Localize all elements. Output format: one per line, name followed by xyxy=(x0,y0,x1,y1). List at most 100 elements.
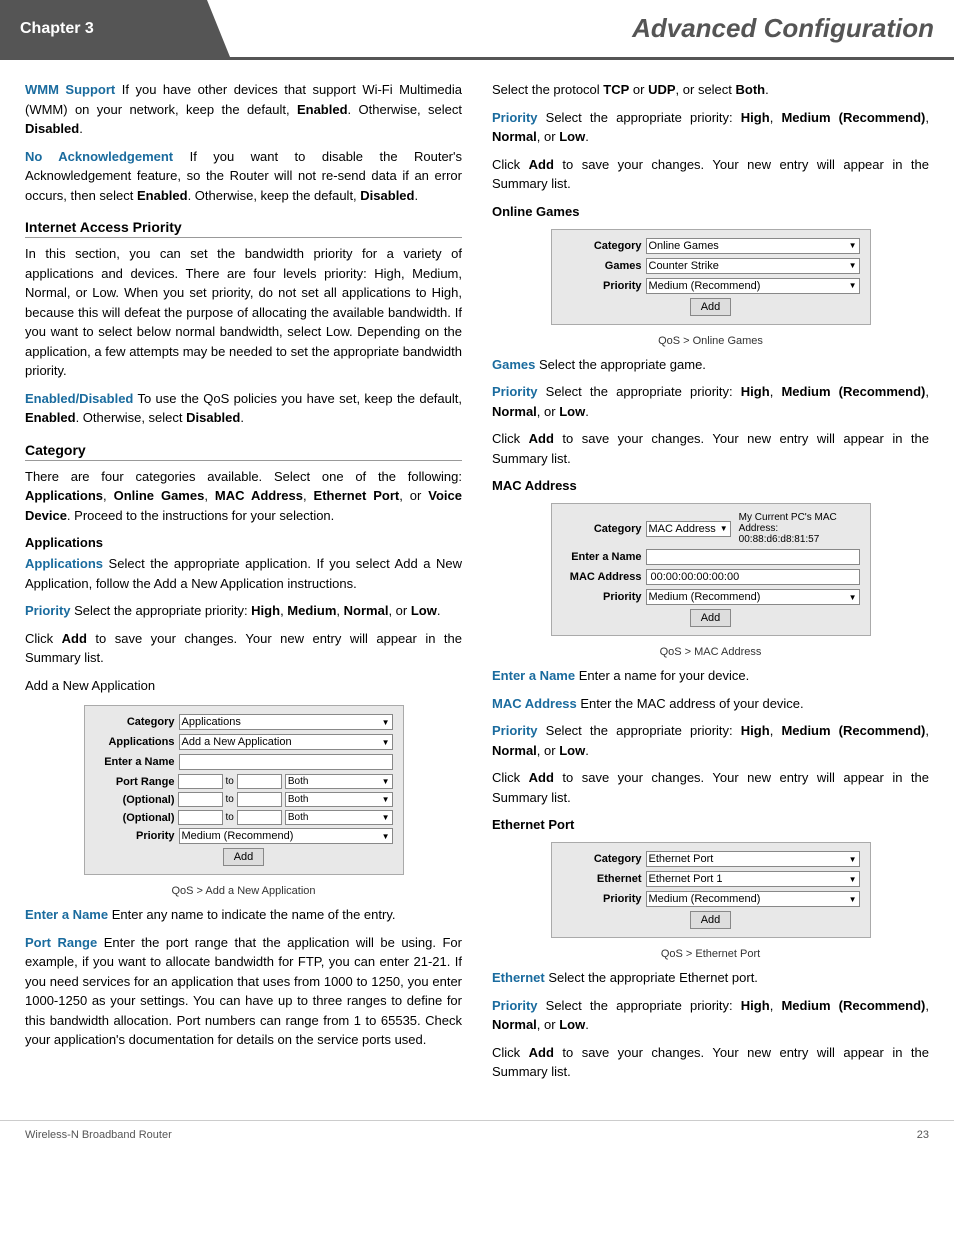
wmm-bold2: Disabled xyxy=(25,121,79,136)
screenshot2-priority-value: Medium (Recommend) xyxy=(649,280,761,292)
enter-a-name-para: Enter a Name Enter any name to indicate … xyxy=(25,905,462,925)
category-bold1: Applications xyxy=(25,488,103,503)
priority-para5: Priority Select the appropriate priority… xyxy=(492,996,929,1035)
priority-text1e: . xyxy=(437,603,441,618)
priority-bold3c: Normal xyxy=(492,404,537,419)
enter-name-text: Enter any name to indicate the name of t… xyxy=(108,907,395,922)
section2-label: Category xyxy=(25,442,86,458)
priority-bold3b: Medium (Recommend) xyxy=(781,384,925,399)
screenshot2-priority-select[interactable]: Medium (Recommend) xyxy=(646,278,860,294)
priority-text3a: Select the appropriate priority: xyxy=(538,384,741,399)
screenshot1-port-to1: to xyxy=(226,776,234,787)
screenshot1-add-btn[interactable]: Add xyxy=(223,848,265,866)
footer-left: Wireless-N Broadband Router xyxy=(25,1129,172,1141)
click-add2-bold: Add xyxy=(529,157,554,172)
screenshot2-add-btn[interactable]: Add xyxy=(690,298,732,316)
screenshot3-mac-note: My Current PC's MAC Address: 00:88:d6:d8… xyxy=(739,512,860,545)
screenshot1-port-from2[interactable] xyxy=(178,792,223,807)
priority-text3d: , or xyxy=(537,404,559,419)
mac-address-para: MAC Address Enter the MAC address of you… xyxy=(492,694,929,714)
screenshot4-add-btn[interactable]: Add xyxy=(690,911,732,929)
section1-label: Internet Access Priority xyxy=(25,219,182,235)
click-add5-para: Click Add to save your changes. Your new… xyxy=(492,1043,929,1082)
screenshot1-port-row3: (Optional) to Both xyxy=(95,810,393,825)
screenshot1-port-from1[interactable] xyxy=(178,774,223,789)
screenshot1-priority-select[interactable]: Medium (Recommend) xyxy=(179,828,393,844)
screenshot4-category-select[interactable]: Ethernet Port xyxy=(646,851,860,867)
screenshot1-port-to3: to xyxy=(226,812,234,823)
screenshot3-enter-name-field[interactable] xyxy=(646,549,860,565)
screenshot2-games-select[interactable]: Counter Strike xyxy=(646,258,860,274)
wmm-term: WMM Support xyxy=(25,82,115,97)
click-add2-text1: Click xyxy=(492,157,529,172)
screenshot1-priority-value: Medium (Recommend) xyxy=(182,830,294,842)
priority-bold2c: Normal xyxy=(492,129,537,144)
screenshot3-enter-name-label: Enter a Name xyxy=(562,551,642,563)
right-column: Select the protocol TCP or UDP, or selec… xyxy=(492,80,929,1090)
screenshot4-category-label: Category xyxy=(562,853,642,865)
screenshot3-priority-label: Priority xyxy=(562,591,642,603)
priority-text5c: , xyxy=(925,998,929,1013)
screenshot4-ethernet-select[interactable]: Ethernet Port 1 xyxy=(646,871,860,887)
add-new-app-text: Add a New Application xyxy=(25,678,155,693)
both-text: Both xyxy=(736,82,766,97)
screenshot1-applications-value: Add a New Application xyxy=(182,736,292,748)
section1-text: In this section, you can set the bandwid… xyxy=(25,246,462,378)
priority-term2: Priority xyxy=(492,110,538,125)
priority-term5: Priority xyxy=(492,998,538,1013)
screenshot-ethernet-port: Category Ethernet Port Ethernet Ethernet… xyxy=(551,842,871,938)
screenshot3-priority-row: Priority Medium (Recommend) xyxy=(562,589,860,605)
screenshot4-ethernet-value: Ethernet Port 1 xyxy=(649,873,723,885)
category-bold2: Online Games xyxy=(114,488,205,503)
click-add4-para: Click Add to save your changes. Your new… xyxy=(492,768,929,807)
screenshot3-add-btn[interactable]: Add xyxy=(690,609,732,627)
category-body: There are four categories available. Sel… xyxy=(25,467,462,526)
screenshot1-protocol-select3[interactable]: Both xyxy=(285,810,393,825)
screenshot1-protocol-select2[interactable]: Both xyxy=(285,792,393,807)
screenshot1-enter-name-field[interactable] xyxy=(179,754,393,770)
screenshot1-priority-row: Priority Medium (Recommend) xyxy=(95,828,393,844)
click-add3-text2: to save your changes. Your new entry wil… xyxy=(492,431,929,466)
screenshot2-priority-label: Priority xyxy=(562,280,642,292)
screenshot1-port-to-field1[interactable] xyxy=(237,774,282,789)
screenshot1-port-to-field2[interactable] xyxy=(237,792,282,807)
screenshot1-protocol-select1[interactable]: Both xyxy=(285,774,393,789)
screenshot1-enter-name-label: Enter a Name xyxy=(95,756,175,768)
click-add1-text1: Click xyxy=(25,631,62,646)
click-add1-bold: Add xyxy=(62,631,87,646)
enabled-disabled-bold2: Disabled xyxy=(186,410,240,425)
no-ack-term: No Acknowledgement xyxy=(25,149,173,164)
screenshot2-category-select[interactable]: Online Games xyxy=(646,238,860,254)
screenshot2-caption: QoS > Online Games xyxy=(492,335,929,347)
priority-text2d: , or xyxy=(537,129,559,144)
screenshot4-priority-select[interactable]: Medium (Recommend) xyxy=(646,891,860,907)
title-area: Advanced Configuration xyxy=(230,0,954,57)
priority-bold4a: High xyxy=(741,723,770,738)
screenshot1-category-select[interactable]: Applications xyxy=(179,714,393,730)
ethernet-term: Ethernet xyxy=(492,970,545,985)
screenshot3-category-select[interactable]: MAC Address xyxy=(646,521,731,537)
priority-text5d: , or xyxy=(537,1017,559,1032)
screenshot1-port-to-field3[interactable] xyxy=(237,810,282,825)
priority-bold1d: Low xyxy=(411,603,437,618)
select-protocol-para: Select the protocol TCP or UDP, or selec… xyxy=(492,80,929,100)
priority-text1d: , or xyxy=(388,603,410,618)
priority-text2e: . xyxy=(585,129,589,144)
page-title: Advanced Configuration xyxy=(632,13,934,44)
priority-term3: Priority xyxy=(492,384,538,399)
ethernet-text: Select the appropriate Ethernet port. xyxy=(545,970,758,985)
screenshot1-port-row2: (Optional) to Both xyxy=(95,792,393,807)
screenshot2-category-value: Online Games xyxy=(649,240,719,252)
screenshot1-port-from3[interactable] xyxy=(178,810,223,825)
screenshot3-mac-field[interactable]: 00:00:00:00:00:00 xyxy=(646,569,860,585)
priority-bold1b: Medium xyxy=(287,603,336,618)
screenshot1-applications-row: Applications Add a New Application xyxy=(95,734,393,750)
select-protocol-text1: Select the protocol xyxy=(492,82,603,97)
screenshot4-caption: QoS > Ethernet Port xyxy=(492,948,929,960)
screenshot1-applications-select[interactable]: Add a New Application xyxy=(179,734,393,750)
priority-bold2b: Medium (Recommend) xyxy=(781,110,925,125)
screenshot3-priority-select[interactable]: Medium (Recommend) xyxy=(646,589,860,605)
priority-text1c: , xyxy=(336,603,343,618)
category-bold4: Ethernet Port xyxy=(314,488,400,503)
screenshot2-games-row: Games Counter Strike xyxy=(562,258,860,274)
